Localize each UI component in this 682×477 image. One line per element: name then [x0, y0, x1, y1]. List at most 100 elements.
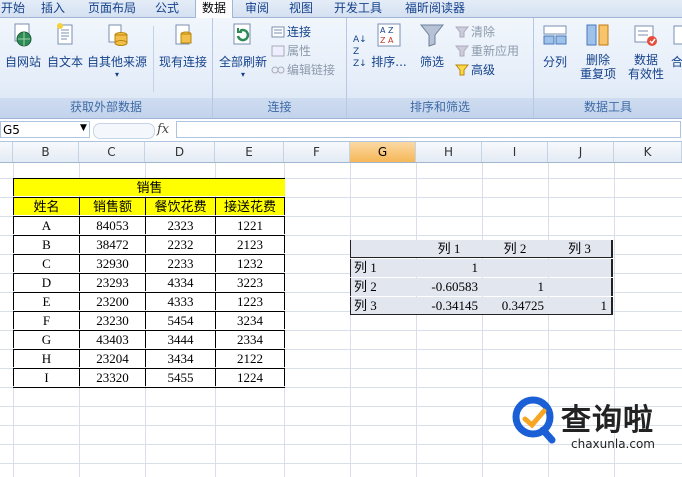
table-cell[interactable]: 3444 — [145, 330, 215, 348]
column-header[interactable]: J — [548, 142, 614, 162]
table-cell[interactable]: 4334 — [145, 273, 215, 291]
table-cell[interactable]: C — [13, 254, 79, 272]
table-cell[interactable]: F — [13, 311, 79, 329]
tab-insert[interactable]: 插入 — [38, 0, 68, 17]
sort-az-icon[interactable]: A↓ Z Z↓ — [352, 30, 368, 74]
filter-button[interactable]: 筛选 — [415, 22, 449, 70]
tab-view[interactable]: 视图 — [286, 0, 316, 17]
table-cell[interactable]: 43403 — [79, 330, 145, 348]
correlation-header-cell[interactable]: 列 2 — [482, 240, 548, 258]
tab-page-layout[interactable]: 页面布局 — [84, 0, 140, 17]
table-cell[interactable]: 32930 — [79, 254, 145, 272]
tab-review[interactable]: 审阅 — [242, 0, 272, 17]
correlation-cell[interactable]: 1 — [548, 297, 613, 315]
correlation-cell[interactable]: 列 2 — [350, 278, 416, 296]
correlation-cell[interactable]: 1 — [416, 259, 482, 277]
formula-bar-resize-handle[interactable] — [93, 123, 155, 139]
table-cell[interactable]: 38472 — [79, 235, 145, 253]
table-cell[interactable]: 23204 — [79, 349, 145, 367]
table-cell[interactable]: 1224 — [215, 368, 285, 386]
reapply-button[interactable]: 重新应用 — [455, 43, 519, 59]
table-cell[interactable]: 23230 — [79, 311, 145, 329]
connections-button[interactable]: 连接 — [271, 24, 311, 40]
column-header-selected[interactable]: G — [350, 142, 416, 162]
table-cell[interactable]: 3234 — [215, 311, 285, 329]
tab-developer[interactable]: 开发工具 — [330, 0, 386, 17]
from-other-sources-button[interactable]: 自其他来源 ▾ — [86, 22, 148, 79]
table-cell[interactable]: 84053 — [79, 216, 145, 234]
correlation-cell[interactable]: -0.60583 — [416, 278, 482, 296]
correlation-cell[interactable]: 列 1 — [350, 259, 416, 277]
insert-function-icon[interactable]: fx — [157, 122, 169, 137]
correlation-cell[interactable]: 1 — [482, 278, 548, 296]
sort-button[interactable]: A ZZ A 排序... — [369, 22, 409, 70]
column-header[interactable]: E — [215, 142, 284, 162]
table-cell[interactable]: 4333 — [145, 292, 215, 310]
table-cell[interactable]: 23200 — [79, 292, 145, 310]
table-cell[interactable]: 1223 — [215, 292, 285, 310]
formula-input[interactable] — [176, 121, 681, 138]
header-cell[interactable]: 接送花费 — [215, 197, 285, 215]
header-cell[interactable]: 餐饮花费 — [145, 197, 215, 215]
table-cell[interactable]: D — [13, 273, 79, 291]
table-cell[interactable]: 3223 — [215, 273, 285, 291]
column-header[interactable]: F — [284, 142, 350, 162]
select-all-corner[interactable] — [0, 142, 13, 162]
correlation-cell[interactable]: 列 3 — [350, 297, 416, 315]
table-cell[interactable]: A — [13, 216, 79, 234]
tab-foxit-reader[interactable]: 福昕阅读器 — [400, 0, 470, 17]
table-cell[interactable]: 2122 — [215, 349, 285, 367]
from-text-button[interactable]: 自文本 — [45, 22, 85, 70]
column-header[interactable]: B — [13, 142, 79, 162]
table-cell[interactable]: 2123 — [215, 235, 285, 253]
name-box[interactable]: G5 — [0, 121, 90, 138]
table-cell[interactable]: 5454 — [145, 311, 215, 329]
table-cell[interactable]: 23293 — [79, 273, 145, 291]
data-validation-button[interactable]: 数据 有效性 — [624, 22, 668, 81]
table-cell[interactable]: 1232 — [215, 254, 285, 272]
tab-data[interactable]: 数据 — [195, 0, 233, 18]
remove-duplicates-button[interactable]: 删除 重复项 — [576, 22, 620, 81]
existing-connections-button[interactable]: 现有连接 — [156, 22, 210, 70]
header-cell[interactable]: 姓名 — [13, 197, 79, 215]
table-cell[interactable]: G — [13, 330, 79, 348]
column-header[interactable]: I — [482, 142, 548, 162]
column-header[interactable]: H — [416, 142, 482, 162]
refresh-all-button[interactable]: 全部刷新 ▾ — [215, 22, 271, 79]
from-web-button[interactable]: 自网站 — [2, 22, 44, 70]
table-cell[interactable]: 2334 — [215, 330, 285, 348]
correlation-cell[interactable] — [548, 259, 613, 277]
table-cell[interactable]: 5455 — [145, 368, 215, 386]
properties-button[interactable]: 属性 — [271, 43, 311, 59]
table-cell[interactable]: B — [13, 235, 79, 253]
edit-links-button[interactable]: 编辑链接 — [271, 62, 335, 78]
correlation-header-cell[interactable]: 列 3 — [548, 240, 613, 258]
header-cell[interactable]: 销售额 — [79, 197, 145, 215]
table-cell[interactable]: 3434 — [145, 349, 215, 367]
correlation-header-cell[interactable]: 列 1 — [416, 240, 482, 258]
table-cell[interactable]: I — [13, 368, 79, 386]
correlation-cell[interactable] — [482, 259, 548, 277]
table-cell[interactable]: 2233 — [145, 254, 215, 272]
correlation-cell[interactable]: 0.34725 — [482, 297, 548, 315]
tab-home[interactable]: 开始 — [0, 0, 26, 17]
correlation-header-cell[interactable] — [350, 240, 416, 258]
table-cell[interactable]: H — [13, 349, 79, 367]
tab-formulas[interactable]: 公式 — [152, 0, 182, 17]
chevron-down-icon[interactable]: ▼ — [80, 123, 87, 133]
column-header[interactable]: D — [145, 142, 215, 162]
consolidate-button[interactable]: 合并 — [668, 22, 682, 70]
sales-table-title[interactable]: 销售 — [13, 178, 285, 196]
table-cell[interactable]: 1221 — [215, 216, 285, 234]
table-cell[interactable]: 2232 — [145, 235, 215, 253]
table-cell[interactable]: E — [13, 292, 79, 310]
table-cell[interactable]: 2323 — [145, 216, 215, 234]
table-cell[interactable]: 23320 — [79, 368, 145, 386]
clear-button[interactable]: 清除 — [455, 24, 495, 40]
column-header[interactable]: C — [79, 142, 145, 162]
text-to-columns-button[interactable]: 分列 — [538, 22, 572, 70]
advanced-button[interactable]: 高级 — [455, 62, 495, 78]
column-header[interactable]: K — [614, 142, 682, 162]
correlation-cell[interactable] — [548, 278, 613, 296]
correlation-cell[interactable]: -0.34145 — [416, 297, 482, 315]
